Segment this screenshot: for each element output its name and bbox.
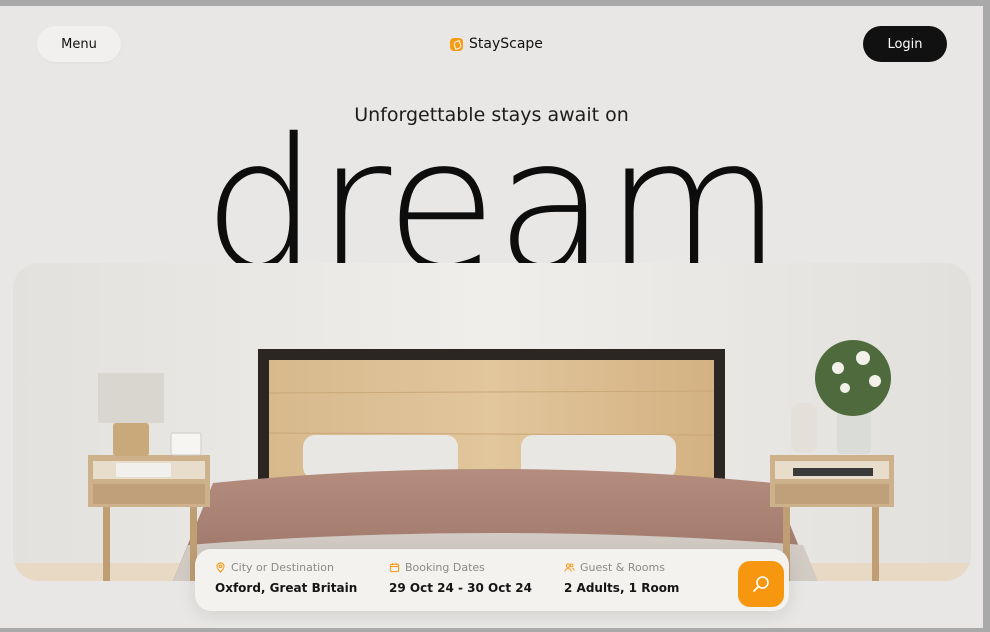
hero-headline: dream stay xyxy=(202,114,782,268)
menu-label: Menu xyxy=(61,36,97,52)
login-button[interactable]: Login xyxy=(863,26,947,62)
search-icon xyxy=(753,576,769,592)
map-pin-icon xyxy=(216,562,225,573)
booking-dates-value: 29 Oct 24 - 30 Oct 24 xyxy=(389,581,532,595)
brand-logo[interactable]: StayScape xyxy=(450,34,543,54)
brand-logo-icon xyxy=(450,37,463,51)
hero-bedroom-image xyxy=(13,263,971,581)
booking-search-bar: City or Destination Oxford, Great Britai… xyxy=(195,549,789,611)
destination-label: City or Destination xyxy=(231,561,334,574)
menu-button[interactable]: Menu xyxy=(37,26,121,62)
brand-name: StayScape xyxy=(469,36,543,52)
booking-dates-label: Booking Dates xyxy=(405,561,485,574)
page: Menu StayScape Login Unforgettable stays… xyxy=(0,6,983,628)
guests-rooms-value: 2 Adults, 1 Room xyxy=(564,581,680,595)
guests-rooms-label: Guest & Rooms xyxy=(580,561,665,574)
users-icon xyxy=(564,563,575,572)
login-label: Login xyxy=(887,36,923,52)
booking-dates-field[interactable]: Booking Dates 29 Oct 24 - 30 Oct 24 xyxy=(389,561,532,595)
calendar-icon xyxy=(389,562,400,573)
search-button[interactable] xyxy=(738,561,784,607)
destination-field[interactable]: City or Destination Oxford, Great Britai… xyxy=(215,561,357,595)
guests-rooms-field[interactable]: Guest & Rooms 2 Adults, 1 Room xyxy=(564,561,679,595)
destination-value: Oxford, Great Britain xyxy=(215,581,358,595)
